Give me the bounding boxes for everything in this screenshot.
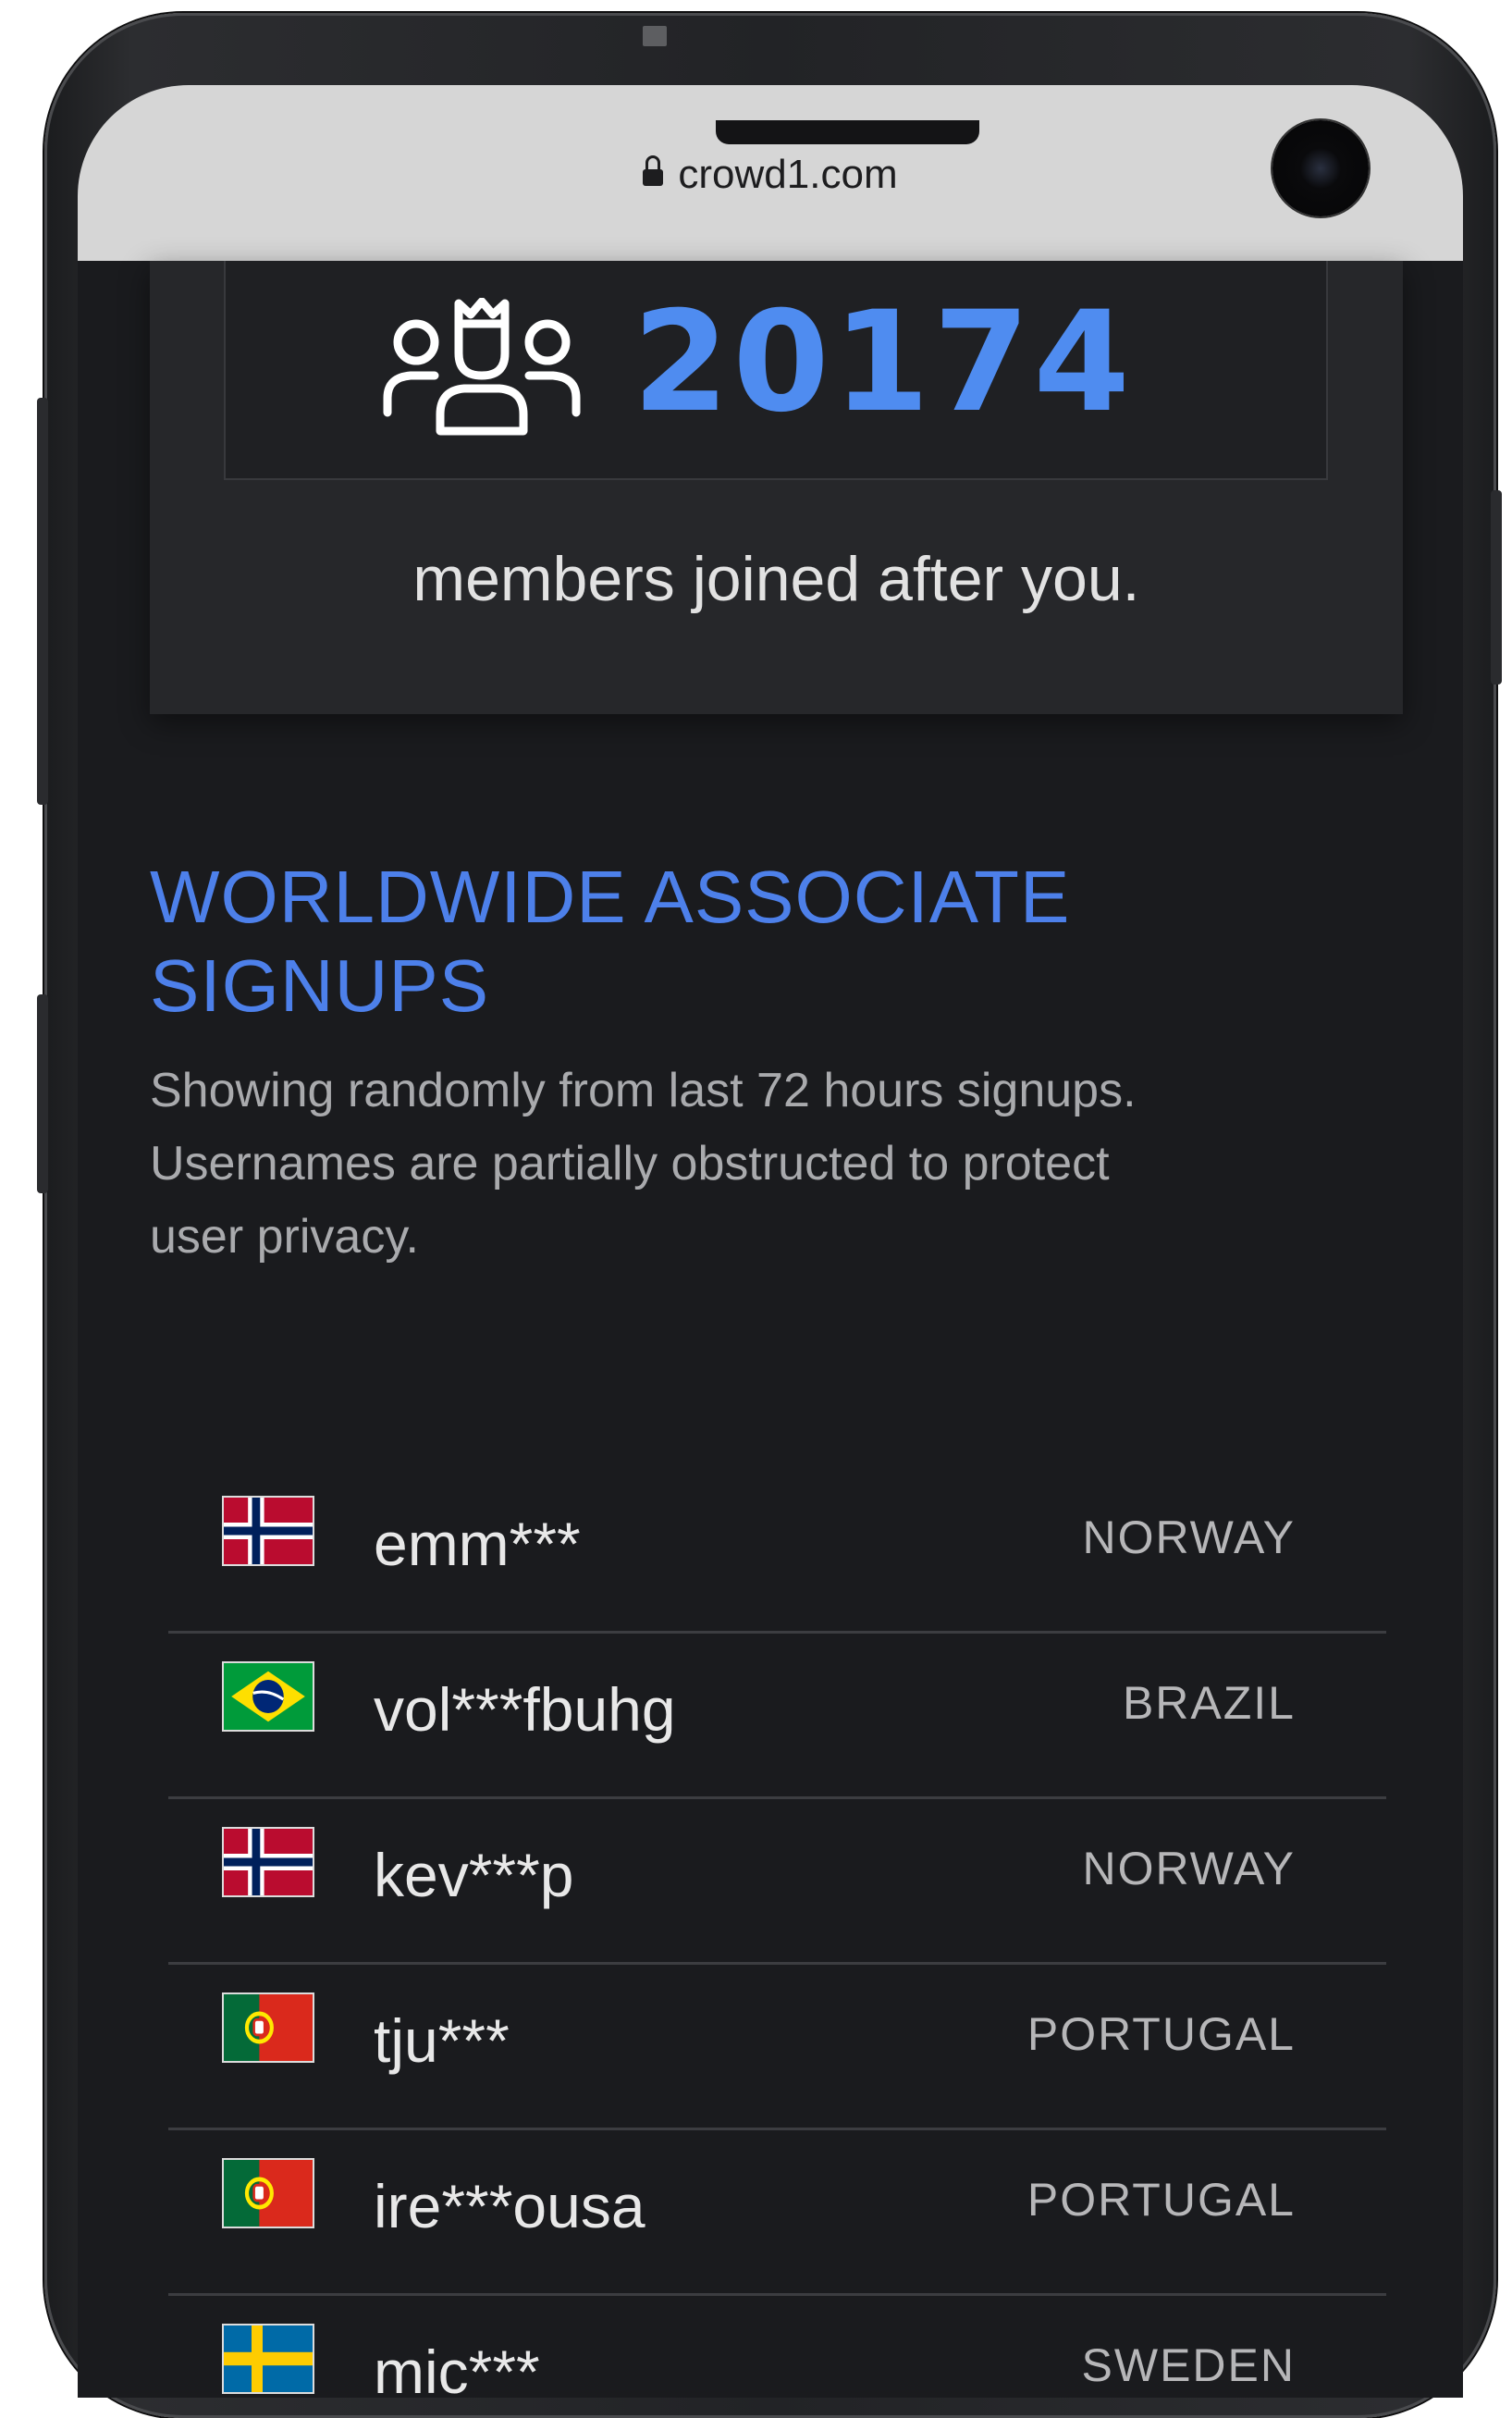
members-group-icon — [383, 298, 581, 436]
signups-desc-line3: user privacy. — [150, 1210, 419, 1264]
norway-flag-icon — [224, 1829, 313, 1895]
signup-row: mic*** SWEDEN — [168, 2296, 1386, 2398]
signups-title-line2: SIGNUPS — [150, 944, 490, 1027]
url-text: crowd1.com — [678, 152, 898, 197]
signup-username: kev***p — [374, 1841, 574, 1909]
signups-title-line1: WORLDWIDE ASSOCIATE — [150, 856, 1071, 938]
signup-row: ire***ousa PORTUGAL — [168, 2130, 1386, 2296]
signup-username: emm*** — [374, 1510, 581, 1578]
phone-earpiece — [716, 120, 979, 144]
signup-row: kev***p NORWAY — [168, 1799, 1386, 1965]
norway-flag-icon — [224, 1498, 313, 1564]
phone-volume-button — [37, 398, 48, 805]
lock-icon — [643, 155, 664, 186]
signups-section-title: WORLDWIDE ASSOCIATE SIGNUPS — [150, 853, 1380, 1030]
url-display[interactable]: crowd1.com — [78, 152, 1463, 198]
brazil-flag-icon — [224, 1663, 313, 1730]
front-camera — [1272, 120, 1369, 216]
signup-row: vol***fbuhg BRAZIL — [168, 1634, 1386, 1799]
signups-desc-line1: Showing randomly from last 72 hours sign… — [150, 1064, 1137, 1117]
signups-desc-line2: Usernames are partially obstructed to pr… — [150, 1137, 1110, 1190]
signup-row: emm*** NORWAY — [168, 1468, 1386, 1634]
signup-username: tju*** — [374, 2006, 510, 2075]
signup-country: NORWAY — [1082, 1843, 1296, 1894]
phone-top-slot — [643, 26, 667, 46]
phone-bixby-button — [37, 994, 48, 1193]
page-content: 20174 members joined after you. WORLDWID… — [78, 261, 1463, 2398]
signup-country: NORWAY — [1082, 1511, 1296, 1563]
members-caption: members joined after you. — [412, 544, 1140, 614]
signup-country: PORTUGAL — [1026, 2174, 1296, 2226]
signups-description: Showing randomly from last 72 hours sign… — [150, 1055, 1463, 1274]
portugal-flag-icon — [224, 2160, 313, 2227]
signup-country: PORTUGAL — [1026, 2008, 1296, 2060]
signup-country: SWEDEN — [1081, 2339, 1296, 2391]
members-count: 20174 — [633, 282, 1134, 443]
signup-list: emm*** NORWAY vol***fbuhg BRAZIL kev***p… — [168, 1468, 1386, 2398]
sweden-flag-icon — [224, 2325, 313, 2392]
browser-url-bar[interactable]: crowd1.com — [78, 85, 1463, 261]
signup-row: tju*** PORTUGAL — [168, 1965, 1386, 2130]
phone-screen: crowd1.com 20174 members joined after yo… — [78, 85, 1463, 2398]
signup-username: vol***fbuhg — [374, 1675, 676, 1744]
portugal-flag-icon — [224, 1994, 313, 2061]
phone-power-button — [1491, 490, 1502, 685]
members-counter-panel: 20174 members joined after you. — [150, 261, 1403, 714]
signup-country: BRAZIL — [1122, 1677, 1296, 1729]
signup-username: ire***ousa — [374, 2172, 645, 2240]
signup-username: mic*** — [374, 2338, 540, 2398]
counter-box: 20174 — [224, 261, 1328, 480]
